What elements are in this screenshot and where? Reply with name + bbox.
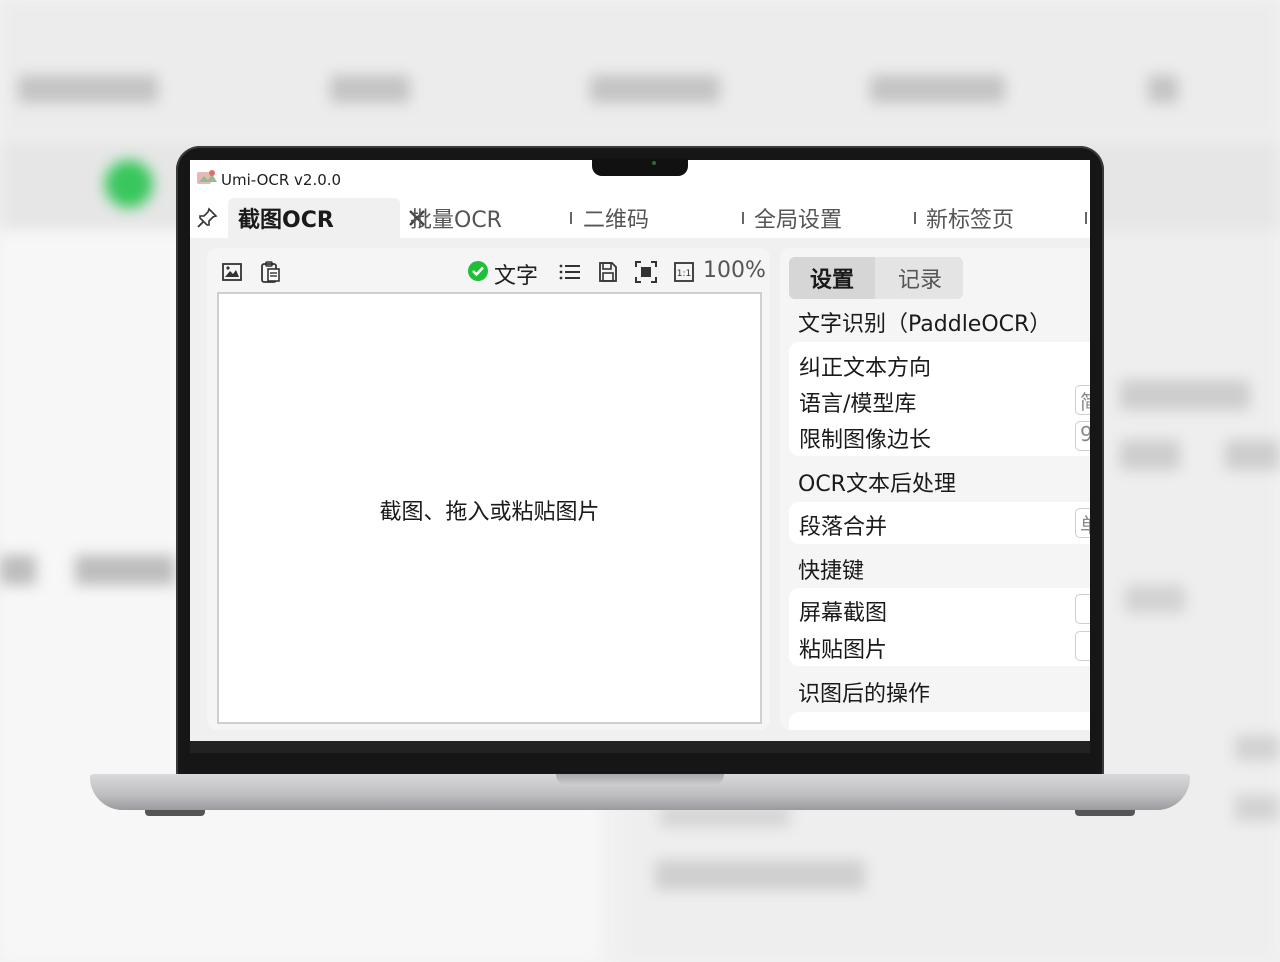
bg-shape: [18, 75, 158, 103]
list-icon[interactable]: [557, 259, 583, 285]
bg-status-dot: [105, 160, 153, 208]
tab-divider: [1085, 212, 1087, 224]
bg-shape: [1120, 440, 1180, 470]
app-logo-icon: [197, 170, 217, 184]
bg-shape: [1148, 75, 1178, 103]
tab-global-settings[interactable]: 全局设置: [754, 198, 904, 238]
fit-icon[interactable]: 1:1: [671, 259, 697, 285]
image-dropzone[interactable]: 截图、拖入或粘贴图片: [217, 292, 762, 724]
setting-language-model: 语言/模型库: [799, 392, 917, 417]
tab-label: 截图OCR: [238, 208, 334, 233]
section-title-after-ocr: 识图后的操作: [798, 682, 931, 707]
bg-shape: [75, 555, 175, 585]
bg-shape: [1235, 795, 1280, 821]
section-title-postprocess: OCR文本后处理: [798, 472, 956, 497]
paragraph-merge-select[interactable]: 单: [1075, 508, 1090, 538]
camera-icon: [652, 161, 656, 165]
screenshot-icon[interactable]: [633, 259, 659, 285]
text-toggle-label[interactable]: 文字: [494, 258, 538, 290]
tab-divider: [570, 212, 572, 224]
tab-divider: [742, 212, 744, 224]
tab-label: 批量OCR: [410, 208, 502, 233]
settings-card-hotkeys: 屏幕截图 粘贴图片: [789, 588, 1090, 666]
clipboard-icon[interactable]: [257, 259, 283, 285]
laptop-opening-lip: [556, 774, 724, 786]
zoom-level: 100%: [703, 258, 766, 283]
language-model-select[interactable]: 简: [1075, 385, 1090, 415]
paste-hotkey-button[interactable]: [1075, 631, 1090, 661]
laptop-foot: [145, 810, 205, 816]
tab-label: 全局设置: [754, 208, 843, 233]
check-icon[interactable]: [467, 260, 489, 282]
pin-icon[interactable]: [196, 207, 218, 229]
main-content: 文字 1:1 100% 截图、拖入或粘贴图片 设置 记录 文字识别（Paddle…: [190, 238, 1090, 741]
screenshot-hotkey-button[interactable]: [1075, 594, 1090, 624]
setting-paste-hotkey: 粘贴图片: [799, 638, 888, 663]
bg-shape: [1125, 585, 1185, 613]
bg-shape: [330, 75, 410, 103]
tab-label: 新标签页: [926, 208, 1015, 233]
ocr-image-panel: 文字 1:1 100% 截图、拖入或粘贴图片: [207, 248, 770, 730]
section-title-ocr: 文字识别（PaddleOCR）: [798, 312, 1052, 337]
bg-shape: [590, 75, 720, 103]
tab-new-tab[interactable]: 新标签页: [926, 198, 1076, 238]
tab-label: 二维码: [583, 208, 650, 233]
tab-history[interactable]: 记录: [877, 257, 963, 299]
tab-settings[interactable]: 设置: [789, 257, 875, 299]
bg-shape: [1120, 380, 1250, 410]
bg-shape: [0, 555, 36, 585]
bg-shape: [1235, 735, 1280, 761]
settings-card-after-ocr: [789, 712, 1090, 730]
laptop-foot: [1075, 810, 1135, 816]
screen-bezel-bottom: [190, 741, 1090, 753]
image-icon[interactable]: [219, 259, 245, 285]
svg-text:1:1: 1:1: [677, 269, 691, 279]
app-window: Umi-OCR v2.0.0 截图OCR 批量OCR 二维码 全局设置 新标签页: [190, 160, 1090, 741]
tab-batch-ocr[interactable]: 批量OCR: [410, 198, 560, 238]
bg-shape: [870, 75, 1005, 103]
settings-segmented-control: 设置 记录: [789, 257, 963, 299]
bg-shape: [1225, 440, 1280, 470]
dropzone-hint: 截图、拖入或粘贴图片: [379, 500, 600, 525]
tab-divider: [914, 212, 916, 224]
setting-correct-direction[interactable]: 纠正文本方向: [799, 350, 931, 382]
setting-screenshot-hotkey: 屏幕截图: [799, 601, 888, 626]
section-title-hotkeys: 快捷键: [798, 559, 865, 584]
limit-side-len-select[interactable]: 9: [1075, 421, 1090, 451]
save-icon[interactable]: [595, 259, 621, 285]
setting-limit-side-len: 限制图像边长: [799, 428, 932, 453]
settings-card-ocr: 纠正文本方向 语言/模型库 简 限制图像边长 9: [789, 342, 1090, 456]
tab-screenshot-ocr[interactable]: 截图OCR: [228, 198, 425, 238]
tab-bar: 截图OCR 批量OCR 二维码 全局设置 新标签页: [190, 198, 1090, 238]
window-title: Umi-OCR v2.0.0: [221, 171, 342, 189]
bg-topbar: [0, 0, 1280, 135]
settings-panel: 设置 记录 文字识别（PaddleOCR） 纠正文本方向 语言/模型库 简 限制…: [780, 248, 1090, 730]
tab-qrcode[interactable]: 二维码: [583, 198, 733, 238]
settings-card-postprocess: 段落合并 单: [789, 502, 1090, 544]
setting-paragraph-merge: 段落合并: [799, 515, 888, 540]
camera-notch: [592, 158, 688, 176]
bg-shape: [655, 860, 865, 890]
